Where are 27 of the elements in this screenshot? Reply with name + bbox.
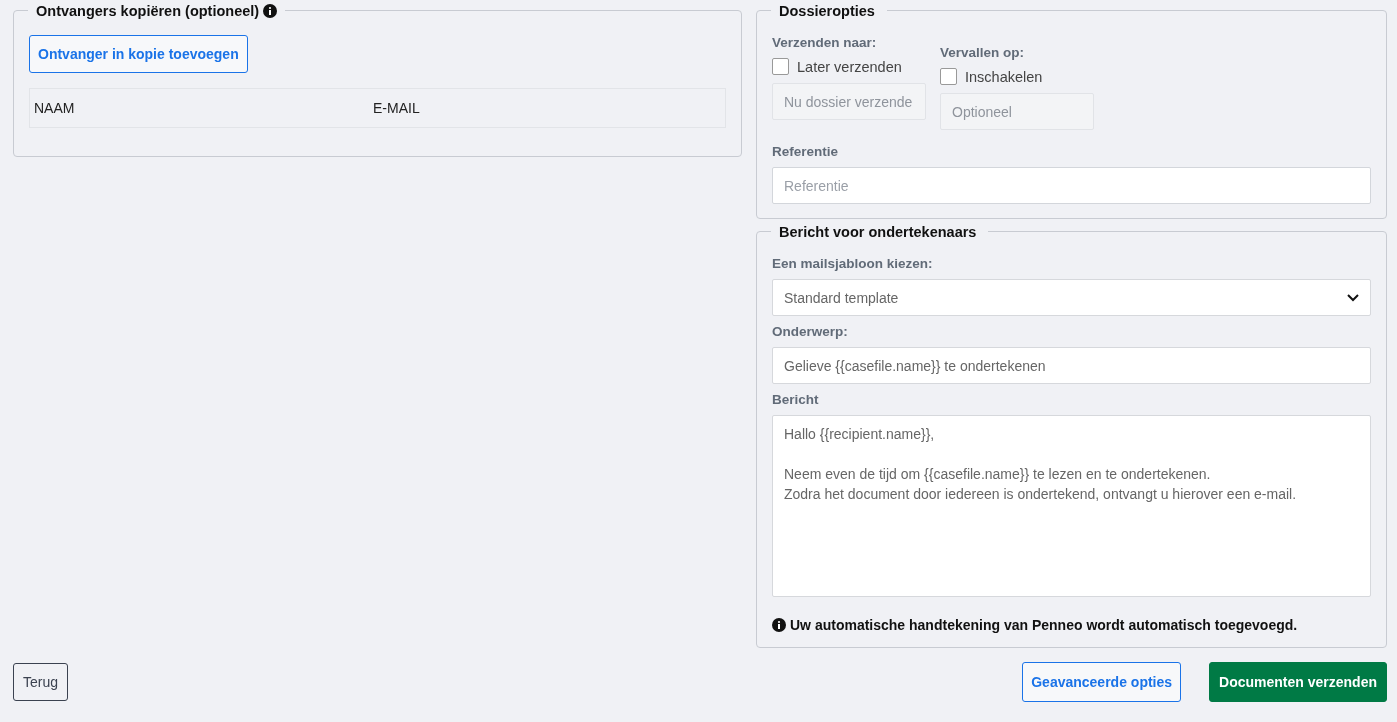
input-field[interactable]: Referentie [772,167,1371,204]
options-button[interactable]: Geavanceerde opties [1022,662,1182,702]
info-icon [772,618,786,632]
subject-field[interactable]: Gelieve {{casefile.name}} te ondertekenen [772,347,1371,384]
field-label: Verzenden naar: [772,35,878,50]
checkbox[interactable] [772,58,789,75]
field-label: Een mailsjabloon kiezen: [772,256,934,271]
field-label: Onderwerp: [772,324,849,339]
checkbox-label: Inschakelen [965,68,1043,85]
message-field[interactable]: Hallo {{recipient.name}}, Neem even de tijd om {{casefile.name}} te lezen en te ondertekenen. Zodra het document door iedereen is ondertekend, ontvangt u hierover een e-mail. [772,415,1371,597]
info-icon [263,4,278,18]
column-header: E-MAIL [372,100,421,116]
info-note: Uw automatische handtekening van Penneo wordt automatisch toegevoegd. [790,617,1298,633]
checkbox[interactable] [940,68,957,85]
field-label: Vervallen op: [940,45,1026,60]
panel-title: Ontvangers kopiëren (optioneel) [36,2,260,21]
template-dropdown[interactable]: Standard template [772,279,1371,316]
checkbox-label: Later verzenden [797,58,902,75]
back-button[interactable]: Terug [13,663,69,701]
chevron-down-icon [1347,293,1359,302]
panel-title: Dossieropties [779,2,875,21]
column-header: NAAM [33,100,76,116]
send-button[interactable]: Documenten verzenden [1209,662,1387,702]
add-recipient-button[interactable]: Ontvanger in kopie toevoegen [29,35,248,73]
panel-title: Bericht voor ondertekenaars [779,223,977,242]
field-label: Referentie [772,144,840,159]
field-label: Bericht [772,392,820,407]
